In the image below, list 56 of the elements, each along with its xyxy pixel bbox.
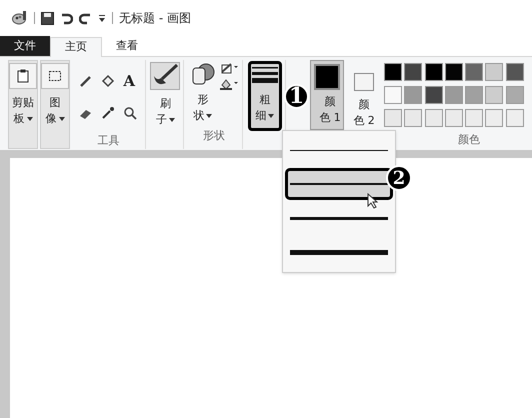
size-button[interactable]: 粗 细 (248, 61, 282, 131)
palette-swatch[interactable] (424, 63, 443, 81)
text-tool-letter[interactable]: A (123, 74, 138, 96)
redo-icon[interactable] (79, 12, 92, 24)
ribbon-tab[interactable]: 主页 (50, 37, 102, 57)
brushes-button[interactable]: 刷 子 (156, 96, 175, 128)
line-width-option[interactable] (285, 168, 393, 200)
palette-swatch[interactable] (384, 109, 402, 127)
color-picker-icon[interactable] (101, 106, 116, 120)
image-button[interactable]: 图 像 (46, 95, 64, 127)
palette-swatch[interactable] (485, 109, 504, 127)
shapes-button[interactable]: 形 状 (193, 92, 212, 124)
palette-swatch[interactable] (444, 86, 463, 104)
palette-swatch[interactable] (465, 63, 484, 81)
palette-swatch[interactable] (444, 109, 463, 127)
paint-palette-icon[interactable] (12, 11, 28, 25)
caret-icon (58, 117, 64, 121)
customize-dropdown-icon[interactable] (98, 14, 106, 22)
caret-icon (206, 114, 212, 118)
outline-icon[interactable] (220, 62, 238, 74)
palette-swatch[interactable] (465, 109, 484, 127)
caret-icon (268, 114, 274, 118)
palette-swatch[interactable] (465, 86, 484, 104)
shape-fill-icon[interactable] (220, 78, 238, 90)
save-icon[interactable] (41, 12, 54, 24)
clipboard-icon (17, 69, 29, 83)
palette-swatch[interactable] (506, 86, 524, 104)
window-title: 无标题 - 画图 (119, 10, 191, 27)
group-label: 颜色 (458, 132, 480, 148)
brush-icon[interactable] (150, 62, 180, 90)
caret-icon (168, 118, 175, 122)
palette-swatch[interactable] (384, 86, 402, 104)
paste-button[interactable] (9, 63, 37, 89)
group-label: 形状 (202, 128, 225, 144)
color-2-button[interactable]: 颜 色 2 (347, 60, 381, 130)
selection-icon (49, 71, 61, 81)
palette-swatch[interactable] (404, 86, 422, 104)
magnifier-icon[interactable] (123, 106, 138, 120)
file-menu-tab[interactable]: 文件 (0, 36, 50, 56)
palette-swatch[interactable] (404, 109, 422, 127)
palette-swatch[interactable] (485, 63, 504, 81)
palette-swatch[interactable] (404, 63, 422, 81)
color-1-button[interactable]: 颜 色 1 (310, 60, 344, 130)
palette-swatch[interactable] (424, 86, 443, 104)
palette-swatch[interactable] (506, 109, 524, 127)
select-button[interactable] (41, 63, 69, 89)
palette-swatch[interactable] (384, 63, 402, 81)
clipboard-button[interactable]: 剪贴 板 (12, 95, 34, 127)
undo-icon[interactable] (60, 12, 73, 24)
palette-swatch[interactable] (424, 109, 443, 127)
palette-swatch[interactable] (444, 63, 463, 81)
palette-swatch[interactable] (506, 63, 524, 81)
group-label: 工具 (97, 132, 120, 148)
palette-swatch[interactable] (485, 86, 504, 104)
caret-icon (26, 117, 32, 121)
mouse-cursor-icon (367, 193, 378, 209)
